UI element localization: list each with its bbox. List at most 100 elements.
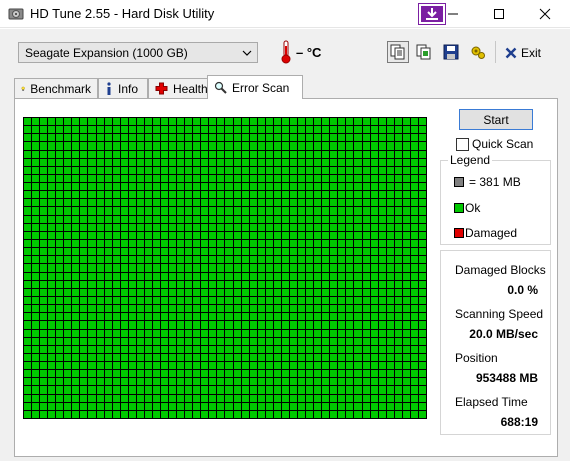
scan-block xyxy=(386,353,394,362)
scan-block xyxy=(273,305,281,313)
scan-block xyxy=(233,305,241,313)
scan-block xyxy=(96,126,104,134)
scan-block xyxy=(48,288,56,296)
scan-block xyxy=(418,256,426,264)
scan-block xyxy=(48,378,56,386)
scan-block xyxy=(346,126,354,134)
scan-block xyxy=(289,288,298,296)
scan-block xyxy=(72,288,80,296)
scan-block xyxy=(386,223,394,231)
scan-block xyxy=(56,231,64,240)
scan-block xyxy=(330,183,338,191)
scan-block xyxy=(306,370,314,378)
scan-block xyxy=(209,223,217,231)
scan-block xyxy=(338,248,346,256)
scan-block xyxy=(169,240,177,248)
scan-block xyxy=(289,150,298,158)
scan-block xyxy=(120,118,128,126)
scan-block xyxy=(152,166,161,174)
scan-block xyxy=(281,158,289,166)
scan-block xyxy=(330,158,338,166)
tab-info[interactable]: Info xyxy=(98,78,148,98)
scan-block xyxy=(346,215,354,223)
scan-block xyxy=(273,345,281,353)
scan-block xyxy=(386,118,394,126)
scan-block xyxy=(185,345,193,353)
scan-block xyxy=(298,264,306,272)
drive-select[interactable]: Seagate Expansion (1000 GB) xyxy=(18,42,258,63)
scan-block xyxy=(177,223,185,231)
tab-benchmark[interactable]: Benchmark xyxy=(14,78,98,98)
copy-info-icon[interactable] xyxy=(413,41,435,63)
scan-block xyxy=(225,410,233,418)
scan-block xyxy=(88,337,96,345)
scan-block xyxy=(306,240,314,248)
start-button[interactable]: Start xyxy=(459,109,533,130)
scan-block xyxy=(273,386,281,394)
scan-block xyxy=(217,410,225,418)
scan-block xyxy=(241,296,249,305)
scan-block xyxy=(72,370,80,378)
scan-block xyxy=(281,362,289,370)
scan-block xyxy=(201,272,209,280)
scan-block xyxy=(378,337,386,345)
scan-block xyxy=(289,362,298,370)
scan-block xyxy=(96,280,104,288)
scan-block xyxy=(161,207,169,215)
scan-block xyxy=(249,158,257,166)
scan-block xyxy=(225,191,233,199)
scan-block xyxy=(281,272,289,280)
scan-block xyxy=(217,240,225,248)
scan-block xyxy=(169,150,177,158)
copy-icon[interactable] xyxy=(387,41,409,63)
options-icon[interactable] xyxy=(467,41,489,63)
scan-block xyxy=(249,321,257,329)
scan-block xyxy=(306,142,314,150)
scan-block xyxy=(418,313,426,321)
scan-block xyxy=(169,329,177,337)
scan-block xyxy=(177,256,185,264)
scan-block xyxy=(346,329,354,337)
quick-scan-checkbox[interactable]: Quick Scan xyxy=(456,137,533,151)
scan-block xyxy=(241,223,249,231)
scan-block xyxy=(322,118,330,126)
scan-block xyxy=(402,199,410,207)
minimize-icon[interactable] xyxy=(430,0,476,28)
scan-block xyxy=(209,410,217,418)
exit-button[interactable]: Exit xyxy=(505,44,541,62)
scan-block xyxy=(217,394,225,402)
scan-block xyxy=(112,231,120,240)
scan-block xyxy=(80,231,88,240)
save-icon[interactable] xyxy=(440,41,462,63)
scan-block xyxy=(185,337,193,345)
tab-error-scan[interactable]: Error Scan xyxy=(207,75,303,99)
scan-block xyxy=(394,126,402,134)
scan-block xyxy=(338,321,346,329)
scan-block xyxy=(322,305,330,313)
scan-block xyxy=(112,207,120,215)
damaged-blocks-label: Damaged Blocks xyxy=(455,263,546,277)
scan-block xyxy=(48,337,56,345)
scan-block xyxy=(209,313,217,321)
scan-block xyxy=(112,410,120,418)
scan-block xyxy=(402,223,410,231)
scan-block xyxy=(88,264,96,272)
scan-block xyxy=(418,191,426,199)
scan-block xyxy=(314,362,322,370)
scan-block xyxy=(338,126,346,134)
scan-block xyxy=(354,386,362,394)
close-icon[interactable] xyxy=(522,0,568,28)
scan-block xyxy=(289,353,298,362)
scan-block xyxy=(298,126,306,134)
maximize-icon[interactable] xyxy=(476,0,522,28)
scan-block xyxy=(193,166,201,174)
scan-block xyxy=(185,280,193,288)
quick-scan-box[interactable] xyxy=(456,137,469,151)
scan-block xyxy=(346,386,354,394)
scan-block xyxy=(370,402,378,410)
scan-block xyxy=(217,256,225,264)
scan-block xyxy=(161,150,169,158)
scan-block xyxy=(281,378,289,386)
scan-block xyxy=(24,166,32,174)
scan-block xyxy=(32,174,40,183)
